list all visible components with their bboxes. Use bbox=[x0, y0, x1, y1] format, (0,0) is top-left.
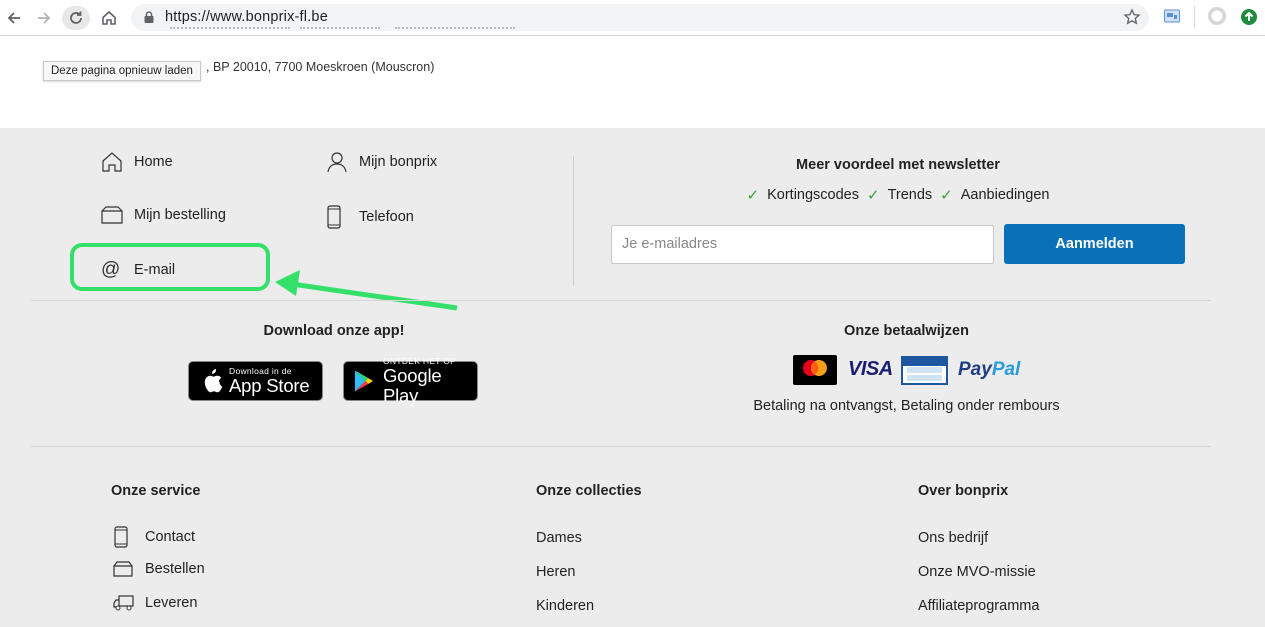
lock-icon bbox=[144, 11, 154, 23]
newsletter-email-input[interactable]: Je e-mailadres bbox=[611, 225, 994, 264]
delivery-truck-icon bbox=[113, 594, 137, 612]
toolbar-separator bbox=[1194, 6, 1195, 28]
quicklink-telefoon-label: Telefoon bbox=[359, 209, 414, 225]
quicklink-mijn-bonprix-label: Mijn bonprix bbox=[359, 154, 438, 170]
payment-note: Betaling na ontvangst, Betaling onder re… bbox=[753, 398, 1060, 414]
newsletter-benefits: ✓ Kortingscodes ✓ Trends ✓ Aanbiedingen bbox=[611, 186, 1185, 204]
about-link-ons-bedrijf[interactable]: Ons bedrijf bbox=[918, 530, 988, 546]
extension-picture-icon[interactable] bbox=[1163, 7, 1181, 30]
house-icon bbox=[101, 151, 127, 173]
phone-icon bbox=[326, 205, 352, 229]
service-link-bestellen[interactable]: Bestellen bbox=[113, 560, 205, 578]
collection-link-kinderen[interactable]: Kinderen bbox=[536, 598, 594, 614]
quicklink-home[interactable]: Home bbox=[101, 151, 173, 173]
clipped-text-line bbox=[150, 25, 530, 35]
back-arrow-icon bbox=[7, 12, 20, 24]
quicklink-mijn-bonprix[interactable]: Mijn bonprix bbox=[326, 151, 437, 173]
update-arrow-icon[interactable] bbox=[1240, 8, 1258, 31]
horizontal-divider bbox=[31, 446, 1211, 447]
site-footer: Home Mijn bonprix Mijn bestelling Telefo… bbox=[0, 128, 1265, 627]
back-button[interactable] bbox=[2, 6, 26, 30]
reload-icon bbox=[70, 11, 82, 24]
home-browser-button[interactable] bbox=[97, 6, 121, 30]
url-text[interactable]: https://www.bonprix-fl.be bbox=[165, 9, 328, 25]
home-icon bbox=[102, 10, 116, 25]
apple-logo-icon bbox=[204, 369, 223, 393]
benefit-item: ✓ Kortingscodes bbox=[746, 187, 859, 204]
bancontact-icon bbox=[903, 358, 946, 381]
bookmark-star-icon[interactable] bbox=[1123, 8, 1141, 26]
subscribe-button[interactable]: Aanmelden bbox=[1004, 224, 1185, 264]
bancontact-logo bbox=[901, 356, 948, 385]
check-icon: ✓ bbox=[746, 187, 760, 204]
quicklink-telefoon[interactable]: Telefoon bbox=[326, 205, 414, 229]
about-link-affiliate[interactable]: Affiliateprogramma bbox=[918, 598, 1039, 614]
profile-avatar-icon[interactable] bbox=[1207, 6, 1227, 31]
service-column-title: Onze service bbox=[111, 483, 201, 499]
reload-button[interactable] bbox=[62, 6, 90, 30]
phone-icon bbox=[113, 526, 137, 548]
quicklink-mijn-bestelling[interactable]: Mijn bestelling bbox=[101, 205, 226, 225]
app-download-title: Download onze app! bbox=[263, 323, 405, 339]
mastercard-logo bbox=[793, 355, 837, 385]
horizontal-divider bbox=[31, 300, 1211, 301]
google-play-logo-icon bbox=[354, 370, 374, 392]
check-icon: ✓ bbox=[867, 187, 880, 204]
forward-arrow-icon bbox=[38, 12, 51, 24]
mastercard-icon bbox=[803, 360, 827, 376]
collection-link-heren[interactable]: Heren bbox=[536, 564, 576, 580]
box-icon bbox=[113, 560, 137, 578]
service-link-contact[interactable]: Contact bbox=[113, 526, 195, 548]
collections-column-title: Onze collecties bbox=[536, 483, 642, 499]
benefit-item: ✓ Trends bbox=[867, 187, 933, 204]
check-icon: ✓ bbox=[940, 187, 953, 204]
newsletter-title: Meer voordeel met newsletter bbox=[796, 157, 1000, 173]
about-link-mvo-missie[interactable]: Onze MVO-missie bbox=[918, 564, 1036, 580]
vertical-divider bbox=[573, 156, 574, 286]
google-play-badge[interactable]: ONTDEK HET OP Google Play bbox=[343, 356, 478, 405]
quicklink-home-label: Home bbox=[134, 154, 173, 170]
about-column-title: Over bonprix bbox=[918, 483, 1009, 499]
paypal-logo: PayPal bbox=[958, 359, 1021, 380]
payment-methods-title: Onze betaalwijzen bbox=[844, 323, 969, 339]
reload-tooltip: Deze pagina opnieuw laden bbox=[43, 61, 201, 81]
company-address: , BP 20010, 7700 Moeskroen (Mouscron) bbox=[206, 60, 435, 74]
visa-logo: VISA bbox=[848, 358, 893, 380]
annotation-arrow-icon bbox=[275, 270, 458, 311]
service-link-leveren[interactable]: Leveren bbox=[113, 594, 197, 612]
box-icon bbox=[101, 205, 127, 225]
quicklink-mijn-bestelling-label: Mijn bestelling bbox=[134, 207, 226, 223]
forward-button[interactable] bbox=[32, 6, 56, 30]
app-store-badge[interactable]: Download in de App Store bbox=[188, 361, 323, 401]
user-icon bbox=[326, 151, 352, 173]
collection-link-dames[interactable]: Dames bbox=[536, 530, 582, 546]
benefit-item: ✓ Aanbiedingen bbox=[940, 187, 1050, 204]
annotation-highlight-box bbox=[70, 243, 270, 291]
